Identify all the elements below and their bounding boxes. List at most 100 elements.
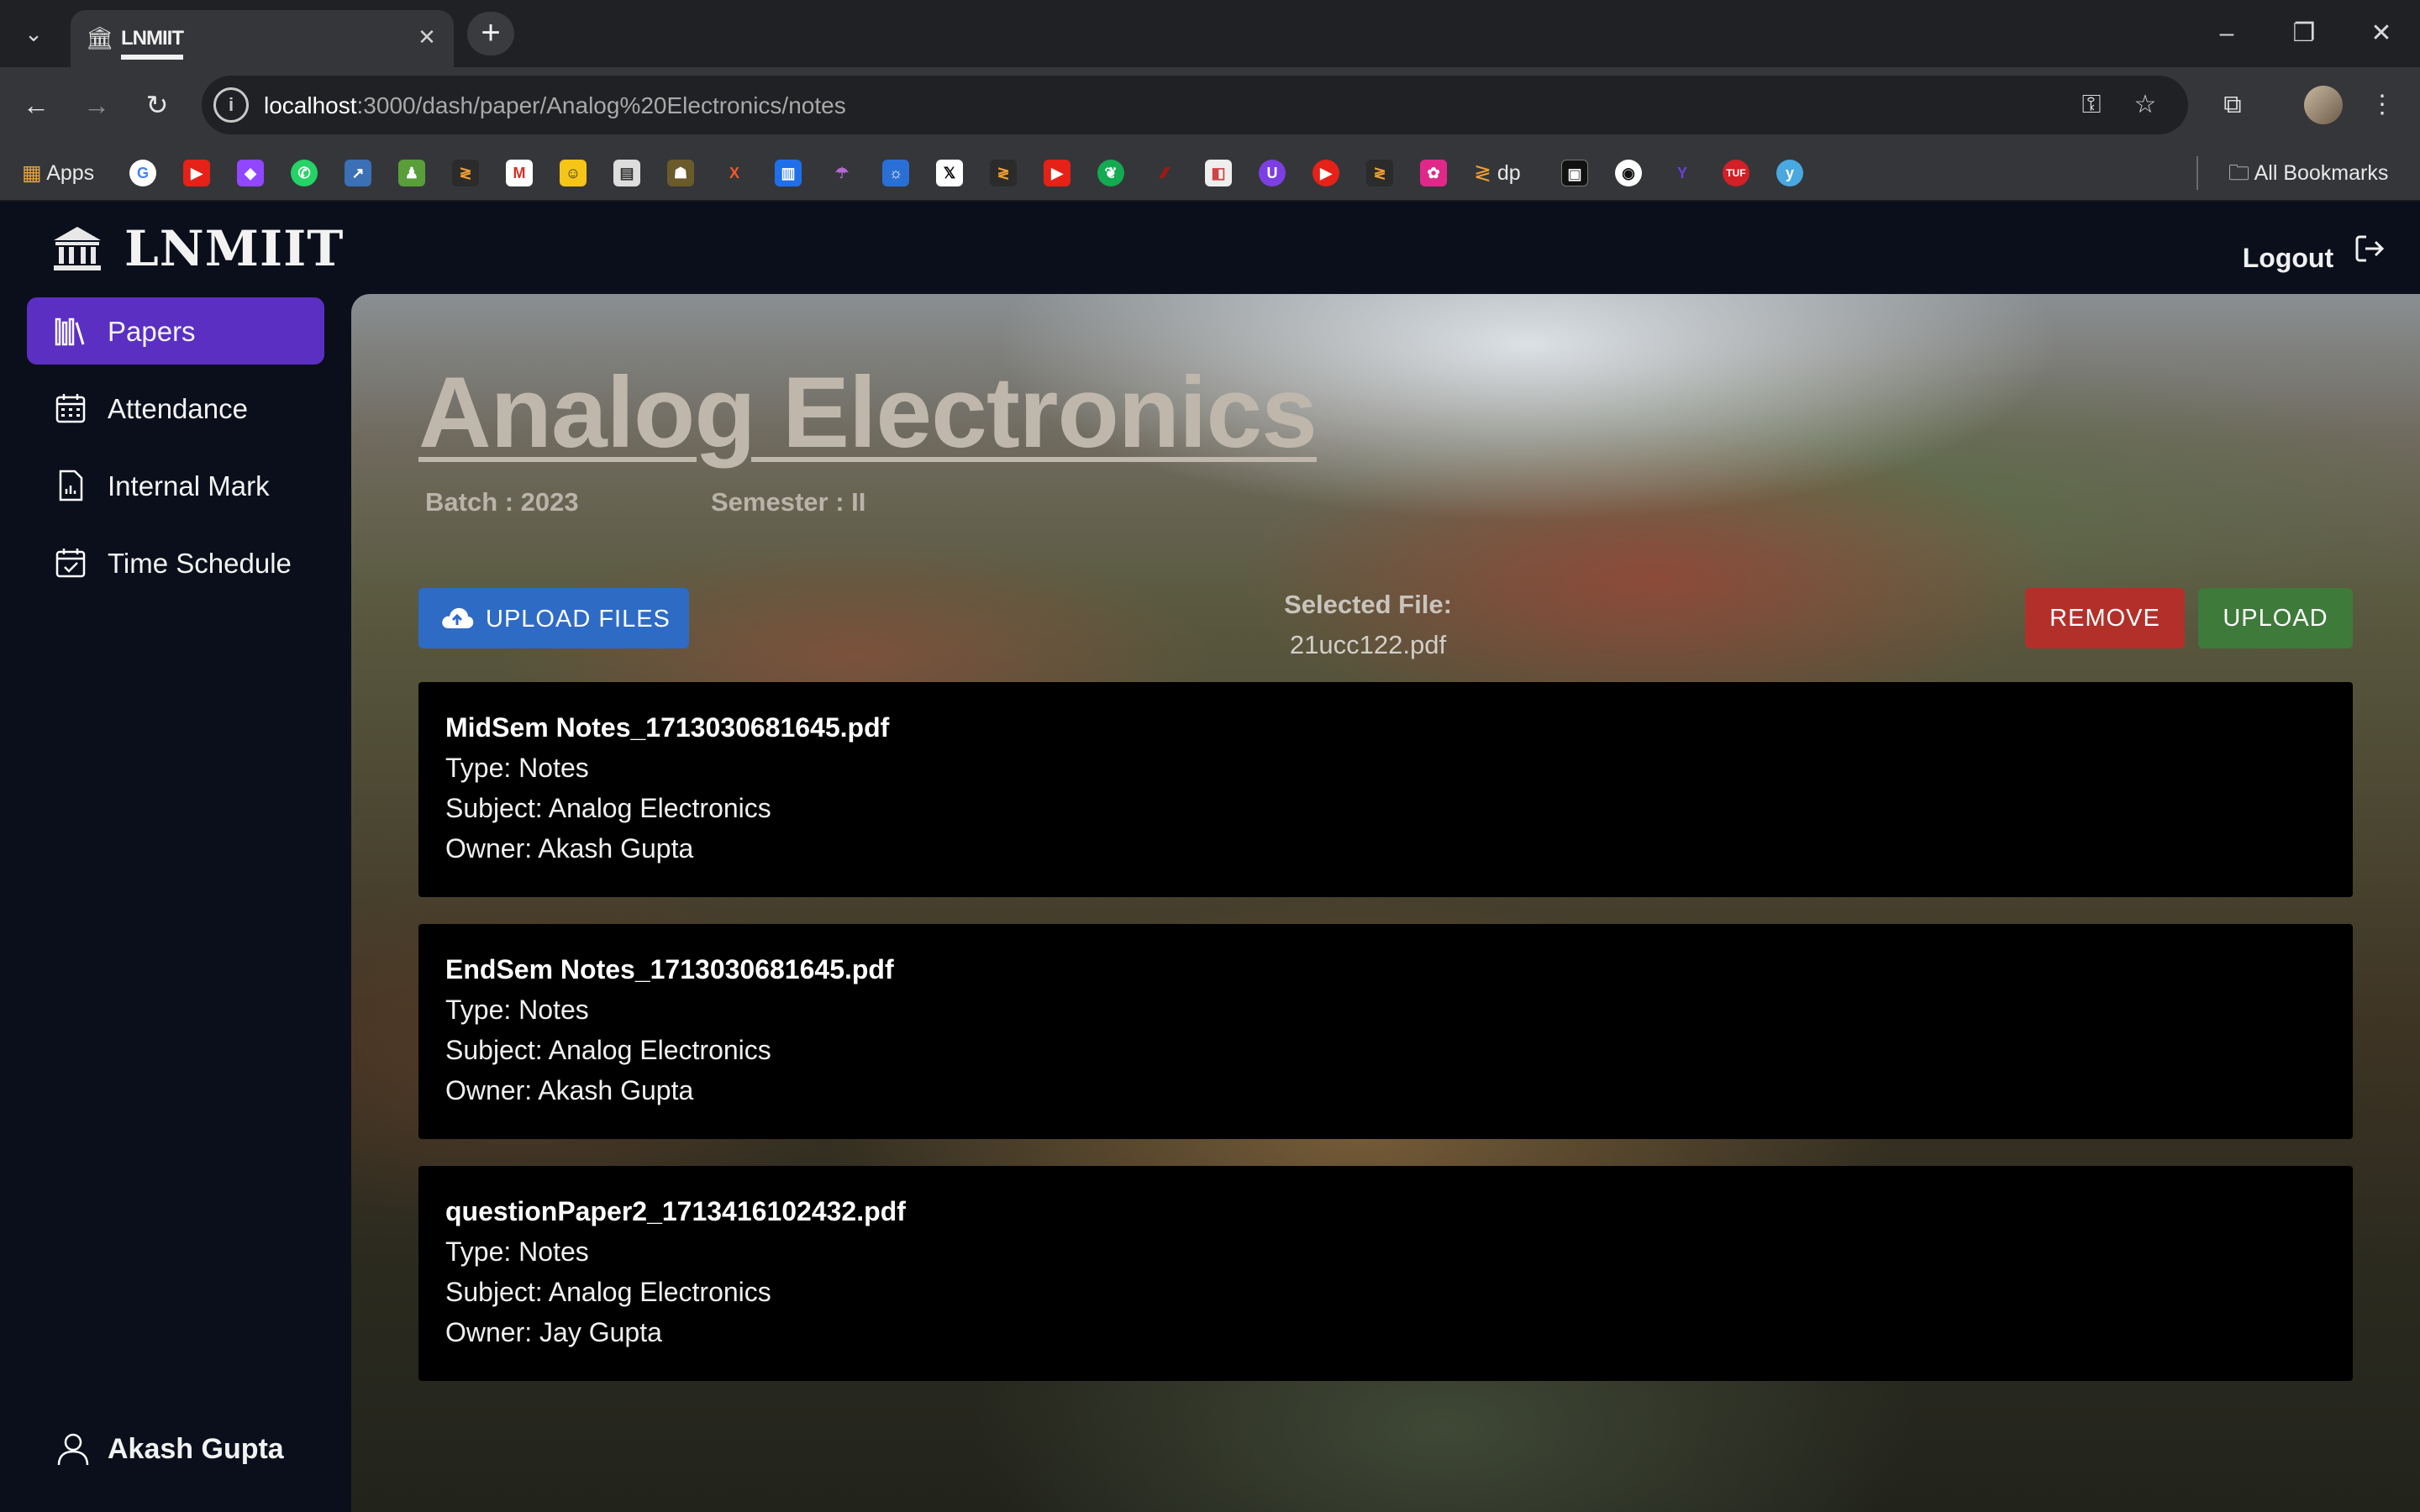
tab-search-chevron-icon[interactable]: ⌄ (18, 18, 49, 49)
tuf-icon[interactable]: TUF (1723, 160, 1749, 186)
blue-y-icon[interactable]: y (1776, 160, 1803, 186)
u-badge-icon[interactable]: U (1259, 160, 1286, 186)
logout-button[interactable]: Logout (2243, 232, 2386, 274)
contacts-icon[interactable]: ☺ (560, 160, 587, 186)
sidebar-item-attendance[interactable]: Attendance (27, 375, 324, 442)
folder-icon: 🗀 (2228, 161, 2250, 185)
remove-button[interactable]: REMOVE (2025, 588, 2185, 648)
sidebar-item-label: Internal Mark (108, 470, 270, 501)
bars-icon[interactable]: ▥ (775, 160, 802, 186)
whatsapp-icon[interactable]: ✆ (291, 160, 318, 186)
semester-label: Semester : II (711, 487, 866, 517)
sun-icon[interactable]: ☼ (882, 160, 909, 186)
selected-file-name: 21ucc122.pdf (1289, 630, 1447, 659)
bookmarks-separator (2196, 156, 2198, 190)
main-content: Analog Electronics Batch : 2023 Semester… (351, 294, 2420, 1512)
restore-icon[interactable]: ❐ (2287, 17, 2321, 50)
bank-icon (54, 227, 101, 270)
google-icon[interactable]: G (129, 160, 156, 186)
x-orange-icon[interactable]: X (721, 160, 748, 186)
selected-file-info: Selected File: 21ucc122.pdf (1217, 590, 1519, 660)
yahoo-icon[interactable]: Y (1669, 160, 1696, 186)
codechef-icon[interactable]: ≷ (452, 160, 479, 186)
bank-favicon-icon: 🏛 (86, 25, 114, 50)
tab-close-icon[interactable]: ✕ (412, 22, 442, 52)
browser-tab[interactable]: 🏛 LNMIIT ✕ (71, 10, 454, 67)
docs-icon[interactable]: ▤ (613, 160, 640, 186)
sidebar-item-time-schedule[interactable]: Time Schedule (27, 529, 324, 596)
address-bar[interactable]: i localhost:3000/dash/paper/Analog%20Ele… (202, 76, 2188, 134)
browser-toolbar: ← → ↻ i localhost:3000/dash/paper/Analog… (0, 67, 2420, 144)
file-card[interactable]: EndSem Notes_1713030681645.pdf Type: Not… (418, 924, 2353, 1139)
report-document-icon (59, 470, 83, 501)
extensions-icon[interactable]: ⧉ (2213, 86, 2252, 124)
apps-grid-icon: ▦ (22, 161, 42, 185)
menu-kebab-icon[interactable]: ⋮ (2363, 86, 2402, 124)
bookmarks-bar: ▦ Apps G ▶ ◆ ✆ ↗ ♟ ≷ M ☺ ▤ ☗ X ▥ ☂ ☼ 𝕏 ≷… (0, 144, 2420, 202)
codechef-2-icon[interactable]: ≷ (990, 160, 1017, 186)
dp-codechef-icon: ≷ (1474, 161, 1491, 185)
dp-label: dp (1497, 161, 1521, 185)
file-name: EndSem Notes_1713030681645.pdf (445, 954, 894, 984)
youtube-2-icon[interactable]: ▶ (1044, 160, 1071, 186)
codechef-3-icon[interactable]: ≷ (1366, 160, 1393, 186)
x-twitter-icon[interactable]: 𝕏 (936, 160, 963, 186)
app-root: LNMIIT Logout Papers Attendance Internal… (0, 202, 2420, 1512)
box-icon[interactable]: ◧ (1205, 160, 1232, 186)
window-close-icon[interactable]: ✕ (2365, 17, 2398, 50)
bookmark-dp[interactable]: ≷ dp (1474, 156, 1521, 190)
sidebar-item-papers[interactable]: Papers (27, 297, 324, 365)
owl-icon[interactable]: ☗ (667, 160, 694, 186)
cloud-upload-icon (442, 607, 474, 628)
umbrella-icon[interactable]: ☂ (829, 160, 855, 186)
upload-files-button[interactable]: UPLOAD FILES (418, 588, 689, 648)
pink-app-icon[interactable]: ✿ (1420, 160, 1447, 186)
new-tab-button[interactable]: + (467, 12, 514, 55)
profile-avatar[interactable] (2304, 86, 2343, 124)
tab-title: LNMIIT (121, 27, 184, 50)
logout-label: Logout (2242, 243, 2334, 274)
file-name: questionPaper2_1713416102432.pdf (445, 1196, 906, 1226)
upload-files-label: UPLOAD FILES (486, 606, 671, 633)
github-icon[interactable]: ◉ (1615, 160, 1642, 186)
bookmark-star-icon[interactable]: ☆ (2126, 86, 2165, 124)
page-title[interactable]: Analog Electronics (418, 354, 1318, 470)
file-owner: Owner: Akash Gupta (445, 833, 694, 864)
calendar-icon (55, 394, 86, 423)
f1-icon[interactable]: ⁄⁄ (1151, 160, 1178, 186)
chart-bookmark-icon[interactable]: ↗ (345, 160, 371, 186)
batch-label: Batch : 2023 (425, 487, 579, 517)
mongodb-leaf-icon[interactable]: ❦ (1097, 160, 1124, 186)
user-icon (57, 1433, 89, 1466)
file-type: Type: Notes (445, 753, 589, 783)
forward-icon[interactable]: → (77, 86, 116, 124)
password-key-icon[interactable]: ⚿ (2072, 86, 2111, 124)
gmail-icon[interactable]: M (506, 160, 533, 186)
file-owner: Owner: Jay Gupta (445, 1317, 662, 1347)
play-circle-icon[interactable]: ▶ (1313, 160, 1339, 186)
file-owner: Owner: Akash Gupta (445, 1075, 694, 1105)
url-host: localhost (264, 92, 357, 118)
file-subject: Subject: Analog Electronics (445, 1277, 771, 1307)
books-icon (55, 318, 85, 346)
url-text[interactable]: localhost:3000/dash/paper/Analog%20Elect… (264, 92, 846, 119)
twitch-icon[interactable]: ◆ (237, 160, 264, 186)
person-bookmark-icon[interactable]: ♟ (398, 160, 425, 186)
all-bookmarks-label: All Bookmarks (2254, 161, 2389, 185)
minimize-icon[interactable]: – (2210, 17, 2244, 50)
bookmark-apps[interactable]: ▦ Apps (22, 156, 94, 190)
site-info-icon[interactable]: i (213, 87, 249, 123)
calendar-check-icon (55, 549, 86, 578)
user-name: Akash Gupta (108, 1433, 284, 1465)
youtube-icon[interactable]: ▶ (183, 160, 210, 186)
sidebar: Papers Attendance Internal Mark Time Sch… (0, 294, 350, 1512)
browser-tab-strip: ⌄ 🏛 LNMIIT ✕ + – ❐ ✕ (0, 0, 2420, 67)
terminal-icon[interactable]: ▣ (1561, 160, 1588, 186)
file-card[interactable]: MidSem Notes_1713030681645.pdf Type: Not… (418, 682, 2353, 897)
all-bookmarks[interactable]: 🗀 All Bookmarks (2228, 156, 2388, 190)
upload-button[interactable]: UPLOAD (2198, 588, 2353, 648)
sidebar-item-internal-mark[interactable]: Internal Mark (27, 452, 324, 519)
reload-icon[interactable]: ↻ (138, 86, 176, 124)
back-icon[interactable]: ← (17, 86, 55, 124)
file-card[interactable]: questionPaper2_1713416102432.pdf Type: N… (418, 1166, 2353, 1381)
